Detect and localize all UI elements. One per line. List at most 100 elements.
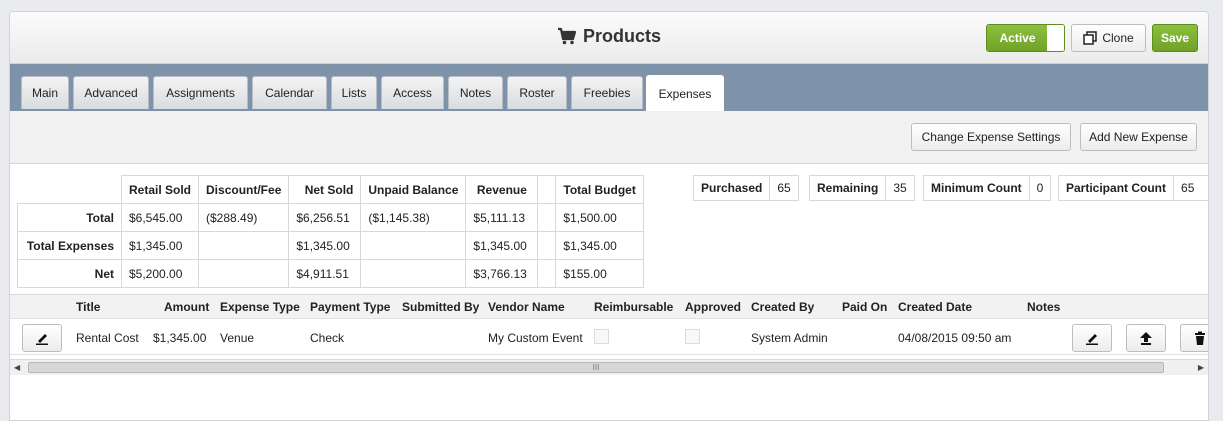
cell-created-date: 04/08/2015 09:50 am [898, 331, 1012, 345]
grid-col-header[interactable]: Expense Type [220, 300, 300, 314]
active-toggle-label: Active [987, 25, 1048, 51]
summary-cell [537, 259, 557, 288]
cell-title: Rental Cost [76, 331, 139, 345]
summary-cell: $6,545.00 [120, 203, 200, 232]
tab-notes[interactable]: Notes [448, 76, 503, 109]
grid-col-header[interactable]: Paid On [842, 300, 887, 314]
summary-row-total: Total $6,545.00 ($288.49) $6,256.51 ($1,… [17, 203, 644, 232]
tab-assignments[interactable]: Assignments [153, 76, 248, 109]
stat-label: Participant Count [1059, 176, 1175, 200]
summary-cell: $155.00 [555, 259, 644, 288]
stat-participant-count: Participant Count 65 [1058, 175, 1208, 201]
summary-col-header: Unpaid Balance [360, 175, 467, 204]
trash-icon [1195, 331, 1205, 345]
stat-value: 65 [777, 181, 791, 195]
summary-col-header: Discount/Fee [198, 175, 290, 204]
tab-bar: Main Advanced Assignments Calendar Lists… [10, 64, 1208, 111]
page-header: Products Active Clone Save [10, 12, 1208, 64]
summary-cell: $1,345.00 [555, 231, 644, 260]
summary-cell: $1,500.00 [555, 203, 644, 232]
summary-cell: $3,766.13 [465, 259, 539, 288]
grid-col-header[interactable]: Payment Type [310, 300, 390, 314]
summary-row-label: Total [17, 203, 122, 232]
grid-col-header[interactable]: Notes [1027, 300, 1060, 314]
summary-col-header: Total Budget [555, 175, 644, 204]
add-new-expense-button[interactable]: Add New Expense [1080, 123, 1197, 151]
reimbursable-checkbox[interactable] [594, 329, 609, 344]
grid-col-header[interactable]: Reimbursable [594, 300, 673, 314]
grid-col-header[interactable]: Created By [751, 300, 814, 314]
stat-value: 35 [893, 181, 907, 195]
summary-row-net: Net $5,200.00 $4,911.51 $3,766.13 $155.0… [17, 259, 644, 288]
tab-freebies[interactable]: Freebies [571, 76, 643, 109]
stat-label: Purchased [694, 176, 771, 200]
cart-icon [557, 27, 577, 45]
summary-col-header: Revenue [465, 175, 539, 204]
scroll-right-arrow-icon[interactable]: ▶ [1198, 363, 1204, 372]
summary-cell: $5,200.00 [120, 259, 200, 288]
summary-cell [198, 231, 290, 260]
summary-row-total-expenses: Total Expenses $1,345.00 $1,345.00 $1,34… [17, 231, 644, 260]
summary-cell: $1,345.00 [120, 231, 200, 260]
grid-col-header[interactable]: Amount [164, 300, 209, 314]
grid-col-header[interactable]: Created Date [898, 300, 972, 314]
stat-value: 65 [1181, 181, 1195, 195]
summary-cell [360, 259, 467, 288]
expense-summary-table: Retail Sold Discount/Fee Net Sold Unpaid… [17, 175, 644, 288]
clone-icon [1083, 31, 1098, 45]
edit-expense-button[interactable] [1072, 324, 1112, 352]
summary-cell: $6,256.51 [288, 203, 362, 232]
scroll-left-arrow-icon[interactable]: ◀ [14, 363, 20, 372]
summary-cell: ($288.49) [198, 203, 290, 232]
expense-toolbar: Change Expense Settings Add New Expense [10, 111, 1208, 164]
summary-row-label: Net [17, 259, 122, 288]
cell-expense-type: Venue [220, 331, 255, 345]
delete-expense-button[interactable] [1180, 324, 1208, 352]
stat-value: 0 [1036, 181, 1044, 195]
grid-col-header[interactable]: Approved [685, 300, 741, 314]
summary-header-row: Retail Sold Discount/Fee Net Sold Unpaid… [18, 175, 644, 204]
upload-receipt-button[interactable] [1126, 324, 1166, 352]
summary-col-header [537, 175, 557, 204]
tab-lists[interactable]: Lists [331, 76, 377, 109]
approved-checkbox[interactable] [685, 329, 700, 344]
summary-cell [537, 203, 557, 232]
stat-label: Minimum Count [924, 176, 1030, 200]
grid-col-header[interactable]: Submitted By [402, 300, 479, 314]
pencil-icon [36, 334, 48, 345]
tab-advanced[interactable]: Advanced [73, 76, 149, 109]
grid-col-header[interactable]: Title [76, 300, 100, 314]
clone-label: Clone [1102, 31, 1134, 45]
pencil-icon [1086, 334, 1098, 345]
tab-roster[interactable]: Roster [507, 76, 567, 109]
clone-button[interactable]: Clone [1071, 24, 1146, 52]
tab-access[interactable]: Access [381, 76, 444, 109]
grid-col-header[interactable]: Vendor Name [488, 300, 565, 314]
summary-cell [537, 231, 557, 260]
cell-amount: $1,345.00 [153, 331, 207, 345]
table-row[interactable]: Rental Cost $1,345.00 Venue Check My Cus… [10, 318, 1208, 355]
summary-corner [18, 176, 122, 204]
summary-cell: $1,345.00 [288, 231, 362, 260]
summary-cell [360, 231, 467, 260]
active-toggle[interactable]: Active [986, 24, 1065, 52]
grid-header: Title Amount Expense Type Payment Type S… [10, 294, 1208, 318]
edit-row-button[interactable] [22, 324, 62, 352]
cell-payment-type: Check [310, 331, 345, 345]
scrollbar-thumb[interactable]: III [28, 362, 1164, 373]
change-expense-settings-button[interactable]: Change Expense Settings [911, 123, 1071, 151]
summary-cell: $5,111.13 [465, 203, 539, 232]
tab-calendar[interactable]: Calendar [252, 76, 327, 109]
upload-arrow-icon [1140, 332, 1152, 345]
summary-row-label: Total Expenses [17, 231, 122, 260]
tab-main[interactable]: Main [21, 76, 69, 109]
summary-cell: ($1,145.38) [360, 203, 467, 232]
summary-col-header: Retail Sold [120, 175, 200, 204]
stat-remaining: Remaining 35 [809, 175, 915, 201]
page-title-text: Products [582, 26, 661, 46]
toggle-knob[interactable] [1047, 25, 1064, 51]
tab-expenses[interactable]: Expenses [646, 75, 724, 111]
cell-vendor-name: My Custom Event [488, 331, 583, 345]
save-button[interactable]: Save [1152, 24, 1198, 52]
horizontal-scrollbar[interactable]: ◀ III ▶ [10, 359, 1208, 375]
